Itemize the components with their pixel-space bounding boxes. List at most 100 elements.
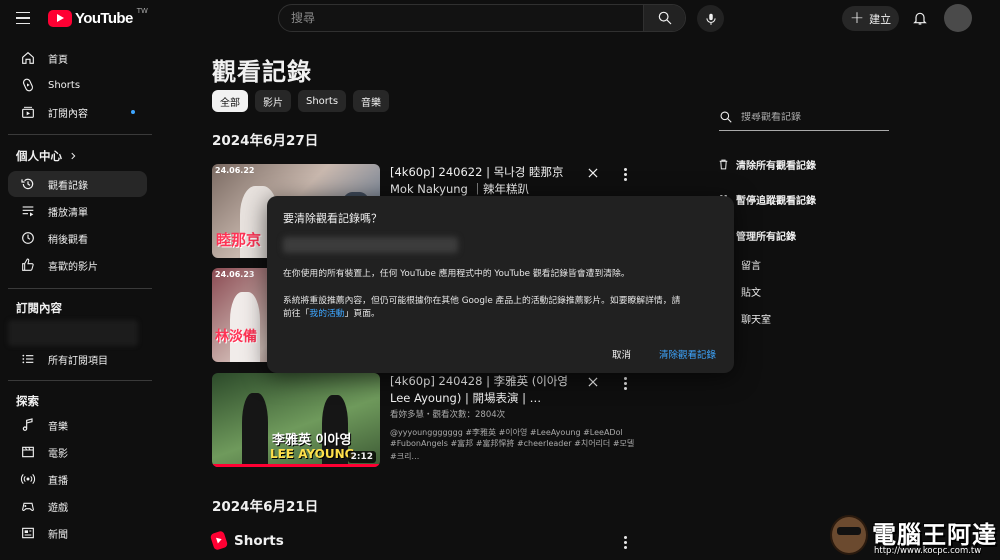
shorts-icon xyxy=(22,78,34,92)
manage-posts-link[interactable]: 貼文 xyxy=(741,284,761,299)
sidebar-item-music[interactable]: 音樂 xyxy=(8,412,147,438)
thumbnail-figure xyxy=(242,393,268,467)
sidebar-item-subscriptions[interactable]: 訂閱內容 xyxy=(8,99,147,125)
playlist-icon xyxy=(22,206,34,217)
you-heading[interactable]: 個人中心 xyxy=(16,148,78,164)
manage-label: 管理所有記錄 xyxy=(736,232,796,243)
new-content-dot xyxy=(131,110,135,114)
menu-icon[interactable] xyxy=(10,5,36,31)
sidebar-item-label: 音樂 xyxy=(48,421,68,433)
dialog-text-part: 」頁面。 xyxy=(344,309,380,319)
more-options-button[interactable] xyxy=(618,164,632,184)
sidebar-item-playlists[interactable]: 播放清單 xyxy=(8,198,147,224)
history-search-input[interactable] xyxy=(741,111,881,123)
notifications-button[interactable] xyxy=(908,6,932,30)
close-icon xyxy=(588,168,598,178)
video-thumbnail[interactable]: 李雅英 이아영 LEE AYOUNG 2:12 xyxy=(212,373,380,467)
sidebar-item-liked[interactable]: 喜歡的影片 xyxy=(8,252,147,278)
video-title[interactable]: [4k60p] 240428 | 李雅英 (이아영 Lee Ayoung) | … xyxy=(390,373,570,407)
thumbnail-caption: LEE AYOUNG xyxy=(270,447,355,461)
chip-music[interactable]: 音樂 xyxy=(353,90,390,112)
more-options-button[interactable] xyxy=(618,532,632,552)
subscriptions-heading: 訂閱內容 xyxy=(16,301,62,315)
pause-label: 暫停追蹤觀看記錄 xyxy=(736,196,816,207)
subscriptions-icon xyxy=(22,106,34,118)
sidebar-item-label: Shorts xyxy=(48,79,81,91)
search-icon xyxy=(720,111,732,123)
voice-search-button[interactable] xyxy=(697,5,724,32)
thumbnail-caption: 林淡備 xyxy=(215,329,257,345)
watermark-brand: 電腦王阿達 xyxy=(872,521,997,549)
cancel-button[interactable]: 取消 xyxy=(612,347,631,361)
sidebar-item-history[interactable]: 觀看記錄 xyxy=(8,171,147,197)
top-bar: YouTube TW + 建立 xyxy=(0,0,1000,36)
remove-from-history-button[interactable] xyxy=(582,162,604,184)
search-button[interactable] xyxy=(643,5,685,31)
filter-chips: 全部 影片 Shorts 音樂 xyxy=(212,90,390,112)
sidebar-item-watch-later[interactable]: 稍後觀看 xyxy=(8,225,147,251)
gaming-icon xyxy=(22,502,34,511)
clear-all-history-button[interactable]: 清除所有觀看記錄 xyxy=(717,157,816,172)
plus-icon: + xyxy=(849,8,865,28)
thumbnail-caption: 李雅英 이아영 xyxy=(272,433,352,448)
sidebar-item-label: 新聞 xyxy=(48,529,68,541)
sidebar: 首頁 Shorts 訂閱內容 個人中心 觀看記錄 播放清單 稍後觀看 喜歡的影片… xyxy=(0,40,160,560)
trash-icon xyxy=(719,159,728,170)
sidebar-item-home[interactable]: 首頁 xyxy=(8,45,147,71)
youtube-logo[interactable]: YouTube TW xyxy=(48,7,148,27)
sidebar-item-label: 觀看記錄 xyxy=(48,180,88,192)
thumbnail-date: 24.06.23 xyxy=(215,270,255,279)
shorts-icon xyxy=(209,530,229,551)
create-button[interactable]: + 建立 xyxy=(842,6,899,31)
sidebar-item-label: 稍後觀看 xyxy=(48,234,88,246)
live-icon xyxy=(20,473,36,485)
like-icon xyxy=(22,258,34,271)
news-icon xyxy=(22,527,34,539)
thumbnail-date: 24.06.22 xyxy=(215,166,255,175)
video-duration: 2:12 xyxy=(347,451,376,463)
search-input[interactable] xyxy=(279,5,643,31)
sidebar-item-label: 首頁 xyxy=(48,54,68,66)
remove-from-history-button[interactable] xyxy=(582,371,604,393)
chip-all[interactable]: 全部 xyxy=(212,90,248,112)
shorts-section-label: Shorts xyxy=(234,532,284,549)
video-channel-views: 看妳多慧・觀看次數：2804次 xyxy=(390,410,506,420)
date-heading: 2024年6月21日 xyxy=(212,499,319,515)
sidebar-item-movies[interactable]: 電影 xyxy=(8,439,147,465)
confirm-clear-button[interactable]: 清除觀看記錄 xyxy=(659,347,716,361)
sidebar-item-news[interactable]: 新聞 xyxy=(8,520,147,546)
chip-shorts[interactable]: Shorts xyxy=(298,90,347,112)
sidebar-item-label: 電影 xyxy=(48,448,68,460)
sidebar-item-label: 喜歡的影片 xyxy=(48,261,98,273)
chip-videos[interactable]: 影片 xyxy=(255,90,291,112)
sidebar-item-label: 訂閱內容 xyxy=(48,108,88,120)
dialog-title: 要清除觀看記錄嗎？ xyxy=(283,212,382,225)
sidebar-item-shorts[interactable]: Shorts xyxy=(8,72,147,98)
blurred-subscription xyxy=(8,320,138,346)
watch-progress-bar xyxy=(212,464,380,467)
thumbnail-caption: 睦那京 xyxy=(216,231,262,249)
explore-heading: 探索 xyxy=(16,394,39,408)
date-heading: 2024年6月27日 xyxy=(212,133,319,149)
dialog-text: 在你使用的所有裝置上，任何 YouTube 應用程式中的 YouTube 觀看記… xyxy=(283,269,630,279)
more-options-button[interactable] xyxy=(618,373,632,393)
manage-live-chat-link[interactable]: 聊天室 xyxy=(741,311,771,326)
sidebar-item-label: 播放清單 xyxy=(48,207,88,219)
avatar[interactable] xyxy=(944,4,972,32)
create-label: 建立 xyxy=(869,12,892,26)
manage-comments-link[interactable]: 留言 xyxy=(741,257,761,272)
clear-history-dialog: 要清除觀看記錄嗎？ 在你使用的所有裝置上，任何 YouTube 應用程式中的 Y… xyxy=(267,196,734,373)
watermark: 電腦王阿達 http://www.kocpc.com.tw xyxy=(830,515,1000,560)
dialog-text: 系統將重設推薦內容，但仍可能根據你在其他 Google 產品上的活動記錄推薦影片… xyxy=(283,296,681,306)
bell-icon xyxy=(913,12,927,25)
sidebar-item-label: 直播 xyxy=(48,475,68,487)
shorts-section-header: Shorts xyxy=(209,530,284,551)
sidebar-item-live[interactable]: 直播 xyxy=(8,466,147,492)
sidebar-item-all-subscriptions[interactable]: 所有訂閱項目 xyxy=(8,346,147,372)
my-activity-link[interactable]: 我的活動 xyxy=(309,309,344,319)
chevron-right-icon xyxy=(71,152,76,160)
divider xyxy=(8,380,152,381)
dialog-text: 前往「我的活動」頁面。 xyxy=(283,307,723,321)
sidebar-item-gaming[interactable]: 遊戲 xyxy=(8,493,147,519)
watermark-mascot xyxy=(830,515,868,555)
